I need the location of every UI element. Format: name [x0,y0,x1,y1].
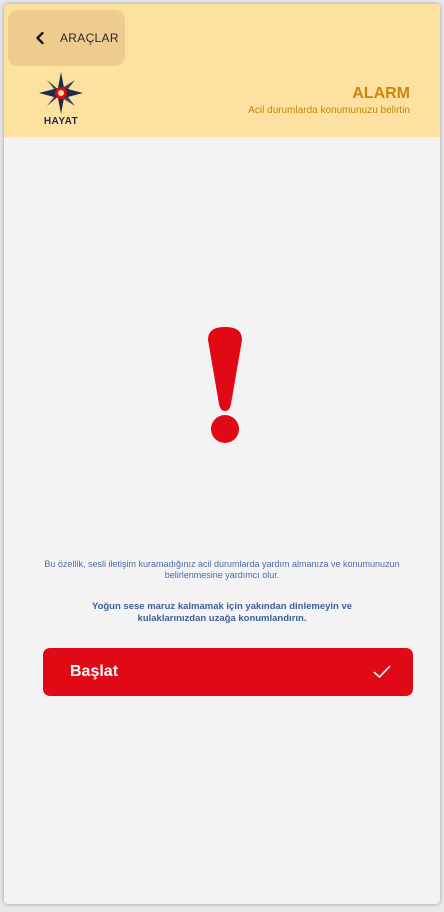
chevron-left-icon [36,31,44,45]
exclamation-icon [208,327,242,443]
start-button-label: Başlat [70,663,119,680]
page-subtitle: Acil durumlarda konumunuzu belirtin [248,105,410,116]
check-icon [373,665,391,678]
header: ARAÇLAR HAYAT ALARM Acil durumlarda konu… [4,4,440,137]
start-button[interactable]: Başlat [43,648,413,696]
logo: HAYAT [36,71,86,131]
volume-warning: Yoğun sese maruz kalmamak için yakından … [91,601,353,624]
feature-description: Bu özellik, sesli iletişim kuramadığınız… [44,559,400,580]
title-block: ALARM Acil durumlarda konumunuzu belirti… [248,85,410,116]
page-title: ALARM [352,85,410,102]
app-screen: ARAÇLAR HAYAT ALARM Acil durumlarda konu… [4,4,440,904]
logo-text: HAYAT [43,116,79,127]
back-button-label: ARAÇLAR [60,31,119,45]
back-button[interactable]: ARAÇLAR [8,10,125,66]
star-compass-icon [39,72,83,114]
